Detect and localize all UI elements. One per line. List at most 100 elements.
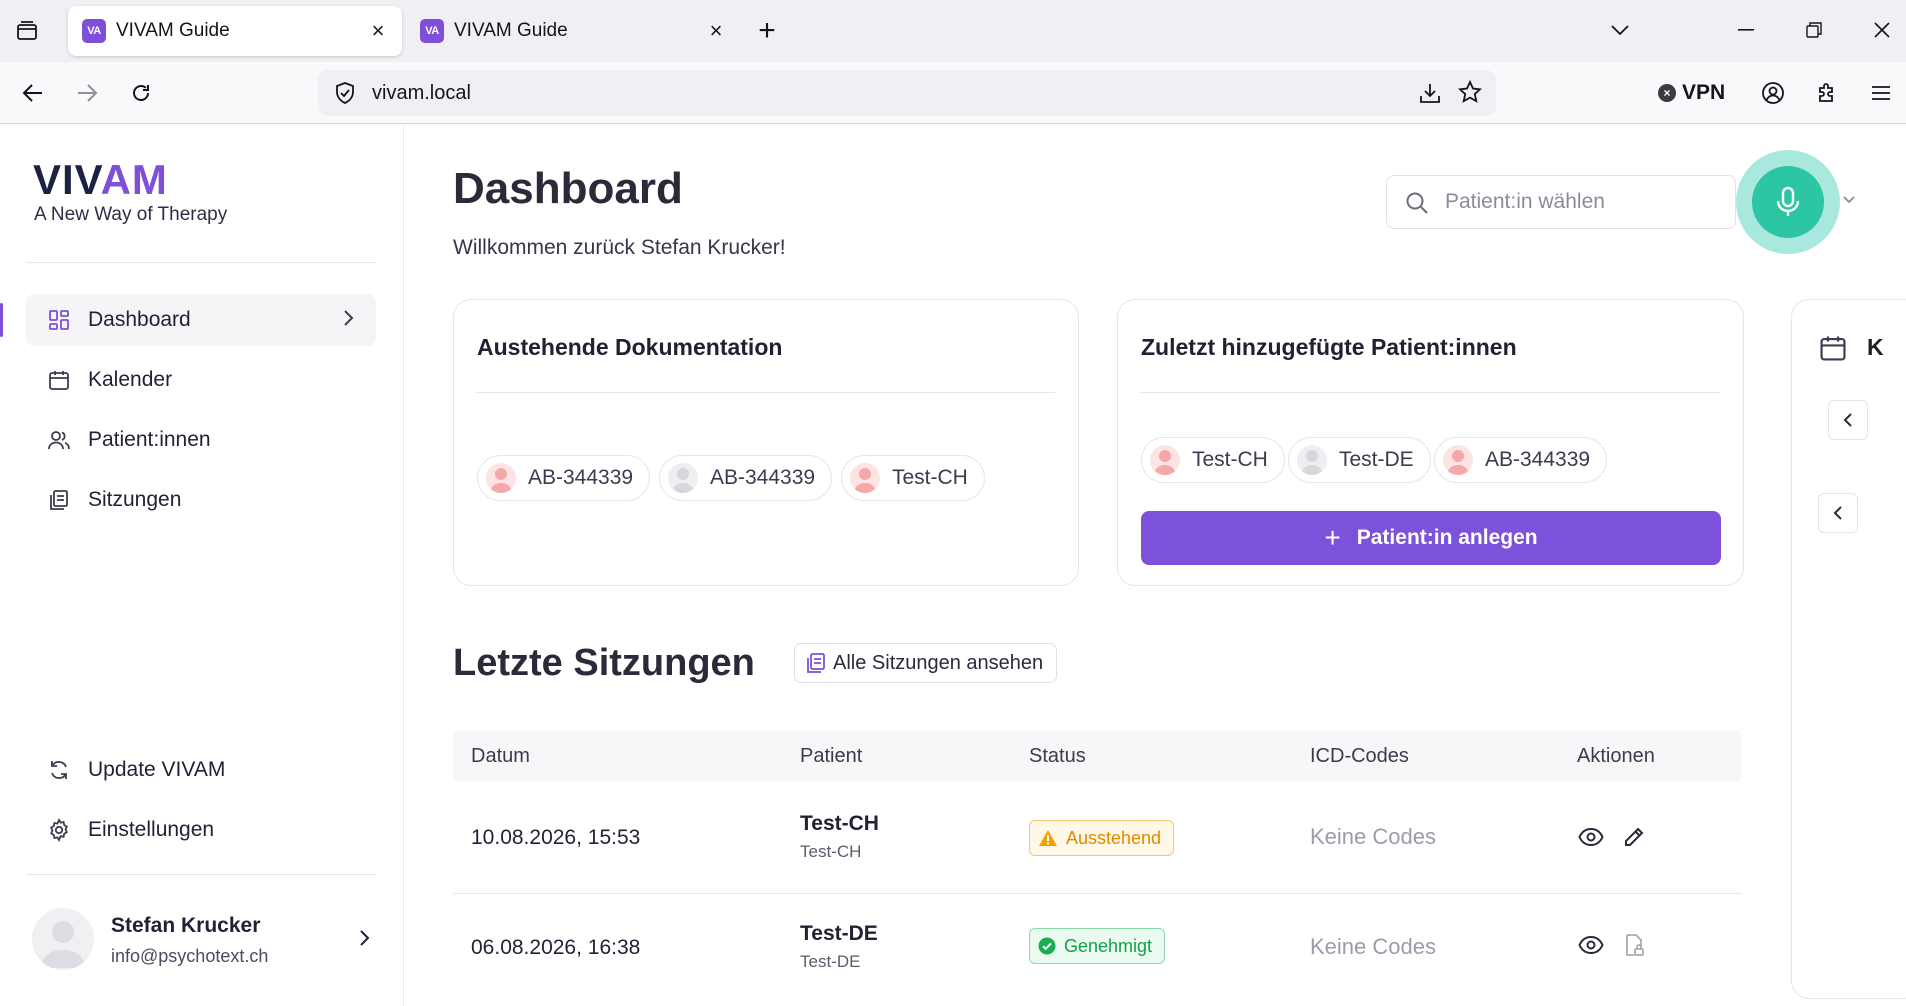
add-patient-button[interactable]: + Patient:in anlegen xyxy=(1141,511,1721,565)
chip-label: AB-344339 xyxy=(528,466,634,489)
users-icon xyxy=(46,427,72,453)
browser-tab-1[interactable]: VA VIVAM Guide × xyxy=(68,6,402,56)
tab-overflow-chevron-icon[interactable] xyxy=(1598,10,1642,50)
column-header: Aktionen xyxy=(1577,745,1655,767)
sidebar-divider xyxy=(26,262,376,263)
logo-part-1: VIV xyxy=(33,156,101,203)
close-tab-icon[interactable]: × xyxy=(704,18,728,43)
user-name: Stefan Krucker xyxy=(111,914,261,937)
forward-arrow-icon[interactable] xyxy=(68,74,106,112)
sidebar-divider xyxy=(26,874,376,875)
voice-record-button[interactable] xyxy=(1736,150,1840,254)
patient-chip[interactable]: Test-CH xyxy=(841,455,985,501)
status-badge: Ausstehend xyxy=(1029,820,1175,856)
patient-chip[interactable]: Test-CH xyxy=(1141,437,1285,483)
back-arrow-icon[interactable] xyxy=(14,74,52,112)
chevron-down-icon[interactable] xyxy=(1842,192,1856,210)
minimize-window-button[interactable] xyxy=(1724,10,1768,50)
sidebar: VIVAM A New Way of Therapy Dashboard Kal… xyxy=(0,124,404,1006)
chip-label: Test-CH xyxy=(1192,448,1268,471)
account-icon[interactable] xyxy=(1754,74,1792,112)
sidebar-item-label: Patient:innen xyxy=(88,428,211,451)
shield-icon[interactable] xyxy=(334,81,356,110)
patient-search-input[interactable]: Patient:in wählen xyxy=(1386,175,1736,229)
calendar-icon xyxy=(1819,334,1847,367)
sidebar-item-einstellungen[interactable]: Einstellungen xyxy=(26,804,376,856)
search-icon xyxy=(1405,191,1429,221)
menu-hamburger-icon[interactable] xyxy=(1862,74,1900,112)
chevron-right-icon xyxy=(342,308,354,334)
avatar xyxy=(1150,445,1180,475)
main-content: Dashboard Willkommen zurück Stefan Kruck… xyxy=(405,124,1906,1006)
browser-tab-2[interactable]: VA VIVAM Guide × xyxy=(406,6,740,56)
patient-chip[interactable]: AB-344339 xyxy=(1434,437,1608,483)
patient-chip[interactable]: AB-344339 xyxy=(477,455,651,501)
tab-list-icon[interactable] xyxy=(10,14,44,48)
card-title: Zuletzt hinzugefügte Patient:innen xyxy=(1141,334,1517,360)
chip-label: Test-DE xyxy=(1339,448,1414,471)
column-header: Status xyxy=(1029,745,1086,767)
previous-button[interactable] xyxy=(1818,493,1858,533)
session-date: 10.08.2026, 15:53 xyxy=(471,826,641,849)
page-title: Dashboard xyxy=(453,164,683,213)
close-window-button[interactable] xyxy=(1860,10,1904,50)
restore-window-button[interactable] xyxy=(1792,10,1836,50)
extensions-puzzle-icon[interactable] xyxy=(1808,74,1846,112)
vpn-label: VPN xyxy=(1682,81,1726,104)
edit-pencil-icon[interactable] xyxy=(1619,822,1649,852)
table-row[interactable]: 10.08.2026, 15:53 Test-CH Test-CH Ausste… xyxy=(453,782,1742,894)
calendar-card: K xyxy=(1791,299,1906,999)
avatar xyxy=(668,463,698,493)
save-to-device-icon[interactable] xyxy=(1418,81,1442,110)
sidebar-item-sitzungen[interactable]: Sitzungen xyxy=(26,474,376,526)
user-profile[interactable]: Stefan Krucker info@psychotext.ch xyxy=(32,908,376,972)
sidebar-item-patienten[interactable]: Patient:innen xyxy=(26,414,376,466)
patient-chip[interactable]: AB-344339 xyxy=(659,455,833,501)
table-row[interactable]: 06.08.2026, 16:38 Test-DE Test-DE Genehm… xyxy=(453,894,1742,1006)
active-indicator xyxy=(0,303,3,337)
check-circle-icon xyxy=(1038,937,1056,955)
sessions-title: Letzte Sitzungen xyxy=(453,642,755,684)
vpn-button[interactable]: × VPN xyxy=(1658,76,1725,110)
calendar-icon xyxy=(46,367,72,393)
column-header: Datum xyxy=(471,745,530,767)
button-label: Alle Sitzungen ansehen xyxy=(833,651,1044,674)
icd-codes: Keine Codes xyxy=(1310,934,1436,959)
sidebar-item-label: Sitzungen xyxy=(88,488,182,511)
previous-button[interactable] xyxy=(1828,400,1868,440)
chip-label: Test-CH xyxy=(892,466,968,489)
view-eye-icon[interactable] xyxy=(1576,822,1606,852)
sidebar-item-label: Einstellungen xyxy=(88,818,215,841)
new-tab-button[interactable]: + xyxy=(750,14,784,48)
url-bar[interactable]: vivam.local xyxy=(318,70,1496,116)
refresh-icon xyxy=(46,757,72,783)
url-text[interactable]: vivam.local xyxy=(372,82,471,105)
documents-icon xyxy=(46,487,72,513)
vivam-logo[interactable]: VIVAM xyxy=(33,156,168,204)
button-label: Patient:in anlegen xyxy=(1356,526,1538,549)
user-email: info@psychotext.ch xyxy=(111,946,269,966)
search-placeholder: Patient:in wählen xyxy=(1445,190,1605,213)
view-eye-icon[interactable] xyxy=(1576,930,1606,960)
avatar xyxy=(1297,445,1327,475)
bookmark-star-icon[interactable] xyxy=(1457,79,1483,109)
vivam-favicon-icon: VA xyxy=(420,19,444,43)
patient-chip[interactable]: Test-DE xyxy=(1288,437,1431,483)
tab-title: VIVAM Guide xyxy=(116,20,230,41)
sidebar-item-dashboard[interactable]: Dashboard xyxy=(26,294,376,346)
close-tab-icon[interactable]: × xyxy=(366,18,390,43)
plus-icon: + xyxy=(1324,522,1341,553)
reload-icon[interactable] xyxy=(122,74,160,112)
sidebar-item-kalender[interactable]: Kalender xyxy=(26,354,376,406)
sidebar-item-update[interactable]: Update VIVAM xyxy=(26,744,376,796)
documents-icon xyxy=(805,652,827,674)
microphone-icon xyxy=(1752,166,1824,238)
session-date: 06.08.2026, 16:38 xyxy=(471,936,641,959)
view-all-sessions-button[interactable]: Alle Sitzungen ansehen xyxy=(794,643,1058,683)
recent-patients-card: Zuletzt hinzugefügte Patient:innen Test-… xyxy=(1117,299,1744,586)
locked-document-icon xyxy=(1619,930,1649,960)
gear-icon xyxy=(46,817,72,843)
patient-name: Test-DE xyxy=(800,922,878,945)
tab-title: VIVAM Guide xyxy=(454,20,568,41)
status-label: Ausstehend xyxy=(1066,827,1162,848)
